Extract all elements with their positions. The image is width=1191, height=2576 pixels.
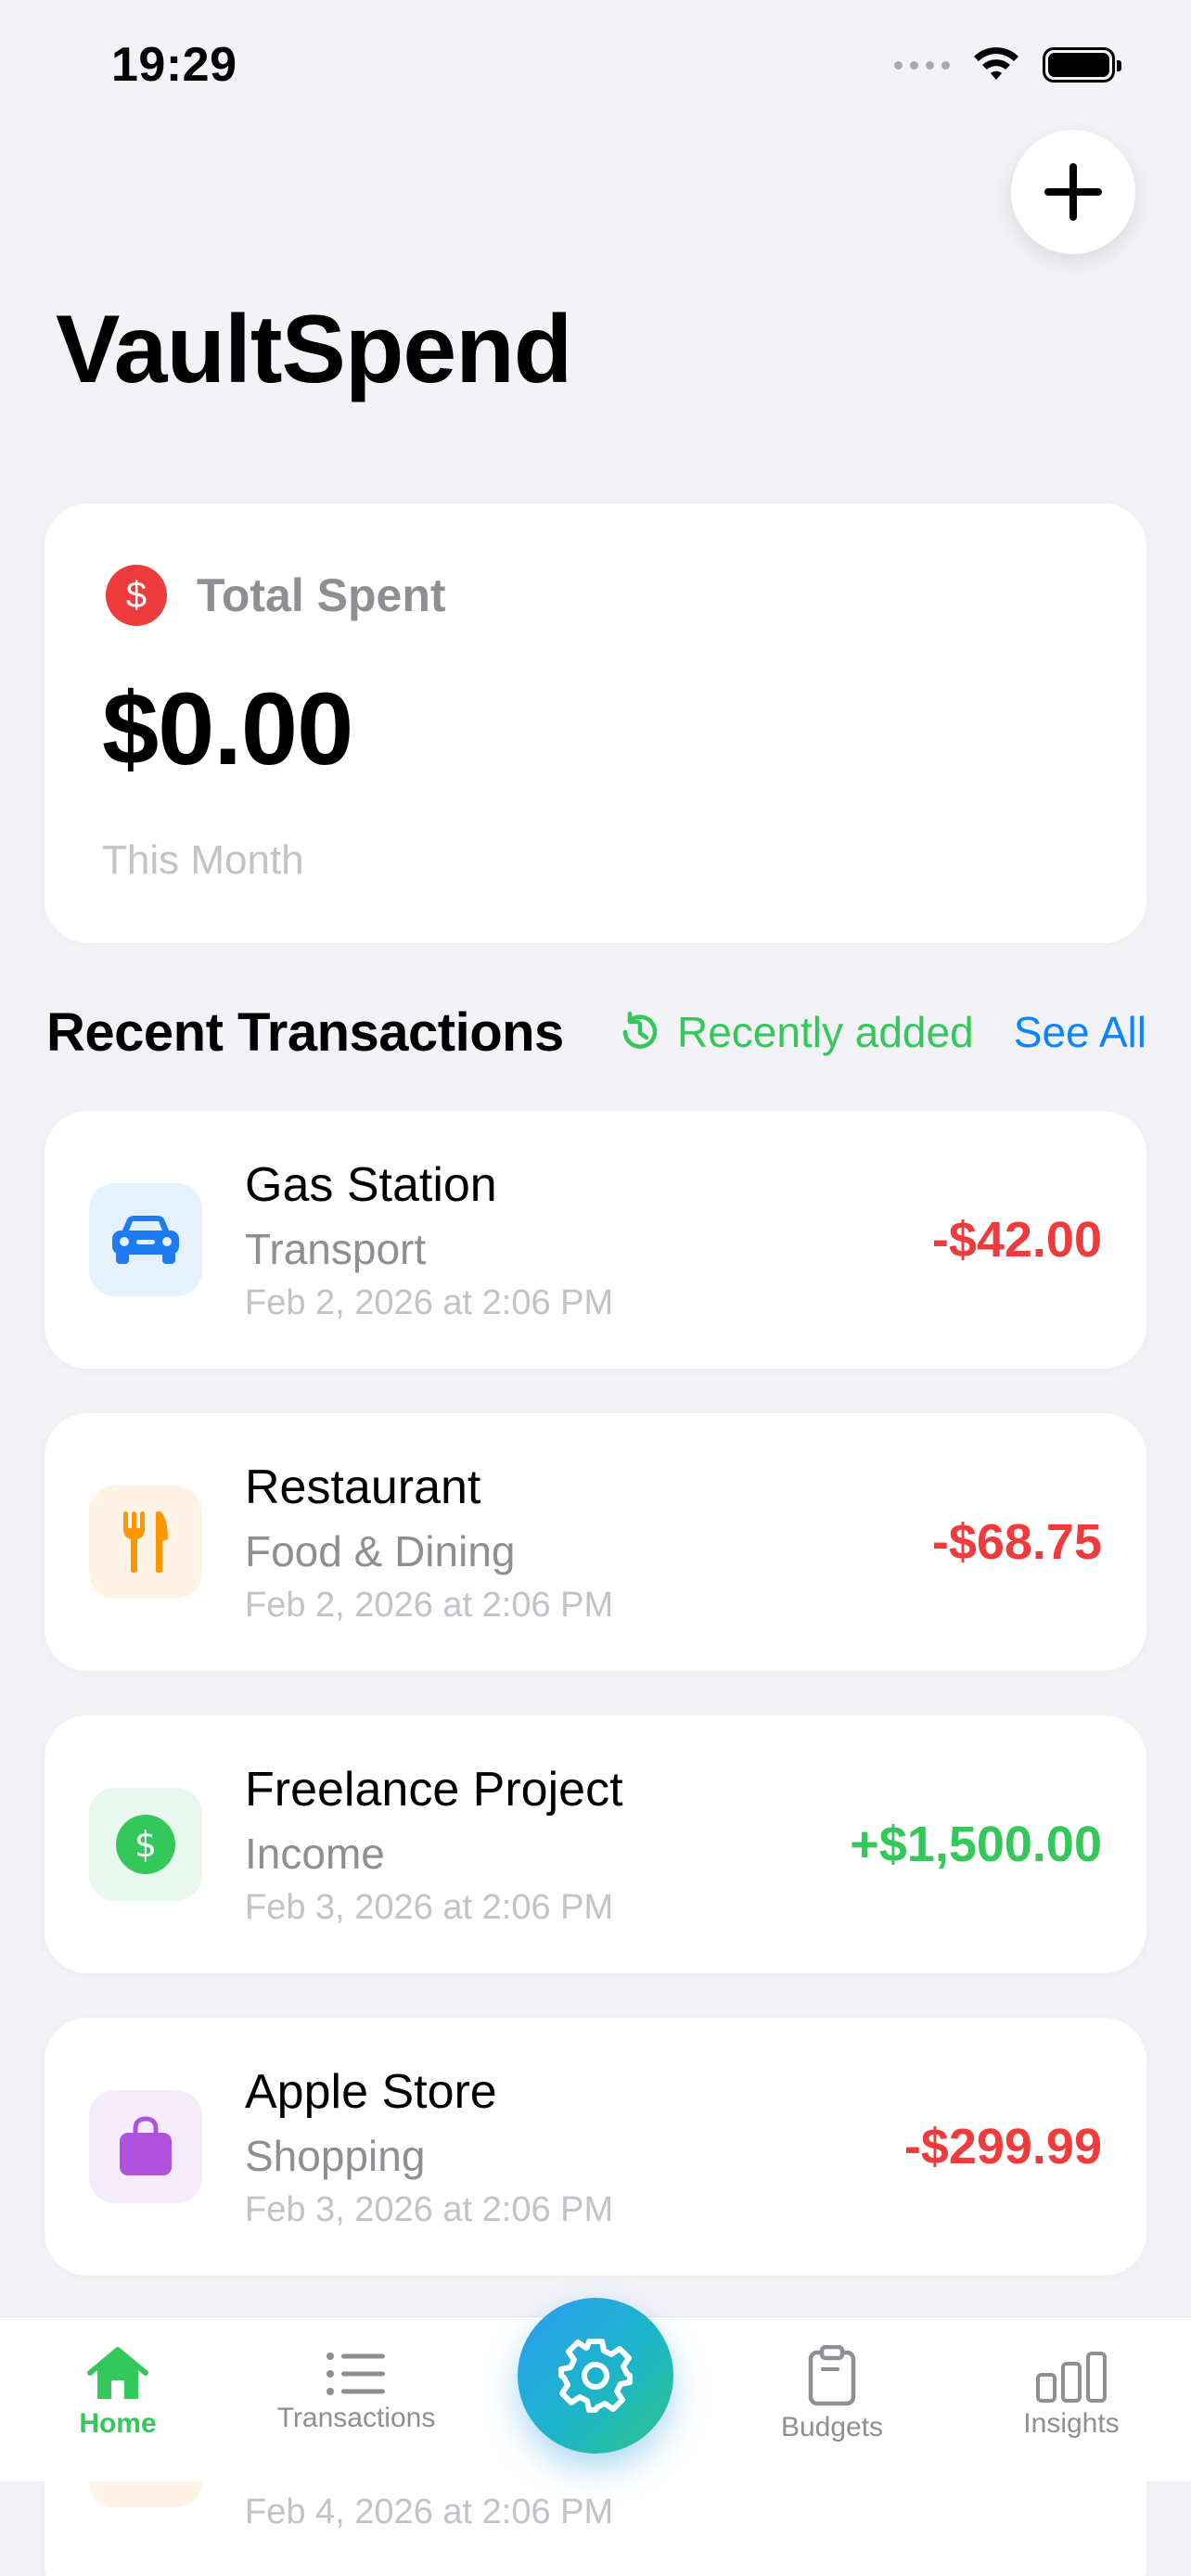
transaction-row[interactable]: Restaurant Food & Dining Feb 2, 2026 at … (45, 1413, 1146, 1671)
food-category-icon (89, 1486, 202, 1599)
tab-budgets[interactable]: Budgets (762, 2317, 902, 2482)
svg-text:$: $ (134, 1824, 157, 1865)
clipboard-icon (808, 2345, 856, 2406)
fork-knife-icon (123, 1511, 168, 1573)
transaction-date: Feb 2, 2026 at 2:06 PM (245, 1283, 614, 1322)
transaction-amount: -$42.00 (931, 1212, 1102, 1268)
battery-icon (1043, 47, 1121, 83)
tab-home[interactable]: Home (58, 2317, 178, 2482)
transport-category-icon (89, 1183, 202, 1296)
transaction-amount: -$68.75 (931, 1514, 1102, 1570)
shopping-category-icon (89, 2090, 202, 2203)
sort-label: Recently added (677, 1008, 974, 1056)
wifi-icon (974, 47, 1018, 80)
bar-chart-icon (1036, 2352, 1107, 2403)
house-icon (87, 2347, 148, 2399)
transaction-amount: +$1,500.00 (850, 1817, 1102, 1872)
signal-icon (894, 60, 950, 70)
total-spent-amount: $0.00 (102, 672, 353, 786)
transaction-date: Feb 3, 2026 at 2:06 PM (245, 1888, 614, 1927)
status-icons (894, 46, 1121, 83)
see-all-link[interactable]: See All (1014, 1007, 1146, 1057)
transaction-category: Shopping (245, 2132, 426, 2180)
transaction-name: Restaurant (245, 1460, 481, 1514)
app-screen: 19:29 VaultSpend $ Total Spent $0.00 Thi… (0, 0, 1191, 2576)
transaction-name: Apple Store (245, 2065, 497, 2119)
tab-transactions[interactable]: Transactions (263, 2317, 449, 2482)
sort-recently-added-button[interactable]: Recently added (616, 1007, 974, 1057)
transaction-date: Feb 4, 2026 at 2:06 PM (245, 2493, 614, 2531)
transaction-category: Transport (245, 1225, 427, 1273)
dollar-circle-icon: $ (106, 565, 167, 626)
tab-label: Insights (1023, 2408, 1120, 2439)
status-bar: 19:29 (0, 0, 1191, 139)
recent-transactions-title: Recent Transactions (46, 1002, 564, 1063)
transaction-category: Income (245, 1830, 385, 1878)
tab-label: Transactions (276, 2403, 436, 2433)
plus-icon (1044, 163, 1102, 221)
tab-insights[interactable]: Insights (1002, 2317, 1141, 2482)
total-spent-label: Total Spent (197, 569, 446, 621)
status-time: 19:29 (111, 38, 237, 92)
car-icon (112, 1216, 179, 1264)
transaction-name: Gas Station (245, 1158, 497, 1212)
tab-label: Home (79, 2408, 157, 2439)
shopping-bag-icon (120, 2116, 172, 2175)
transaction-amount: -$299.99 (903, 2119, 1102, 2174)
list-icon (327, 2353, 385, 2395)
app-title: VaultSpend (56, 296, 572, 403)
tab-label: Budgets (780, 2412, 884, 2442)
total-spent-card[interactable]: $ Total Spent $0.00 This Month (45, 504, 1146, 943)
dollar-circle-icon: $ (116, 1815, 175, 1874)
transaction-date: Feb 3, 2026 at 2:06 PM (245, 2190, 614, 2229)
transaction-date: Feb 2, 2026 at 2:06 PM (245, 1586, 614, 1625)
clock-history-icon (622, 1011, 658, 1049)
transaction-row[interactable]: $ Freelance Project Income Feb 3, 2026 a… (45, 1715, 1146, 1973)
transaction-category: Food & Dining (245, 1527, 516, 1575)
total-spent-period: This Month (102, 837, 304, 883)
gear-icon (558, 2339, 633, 2413)
transaction-row[interactable]: Apple Store Shopping Feb 3, 2026 at 2:06… (45, 2018, 1146, 2276)
add-transaction-button[interactable] (1011, 130, 1135, 254)
transaction-row[interactable]: Gas Station Transport Feb 2, 2026 at 2:0… (45, 1111, 1146, 1369)
income-category-icon: $ (89, 1788, 202, 1901)
settings-button[interactable] (518, 2298, 673, 2454)
transaction-name: Freelance Project (245, 1763, 623, 1817)
